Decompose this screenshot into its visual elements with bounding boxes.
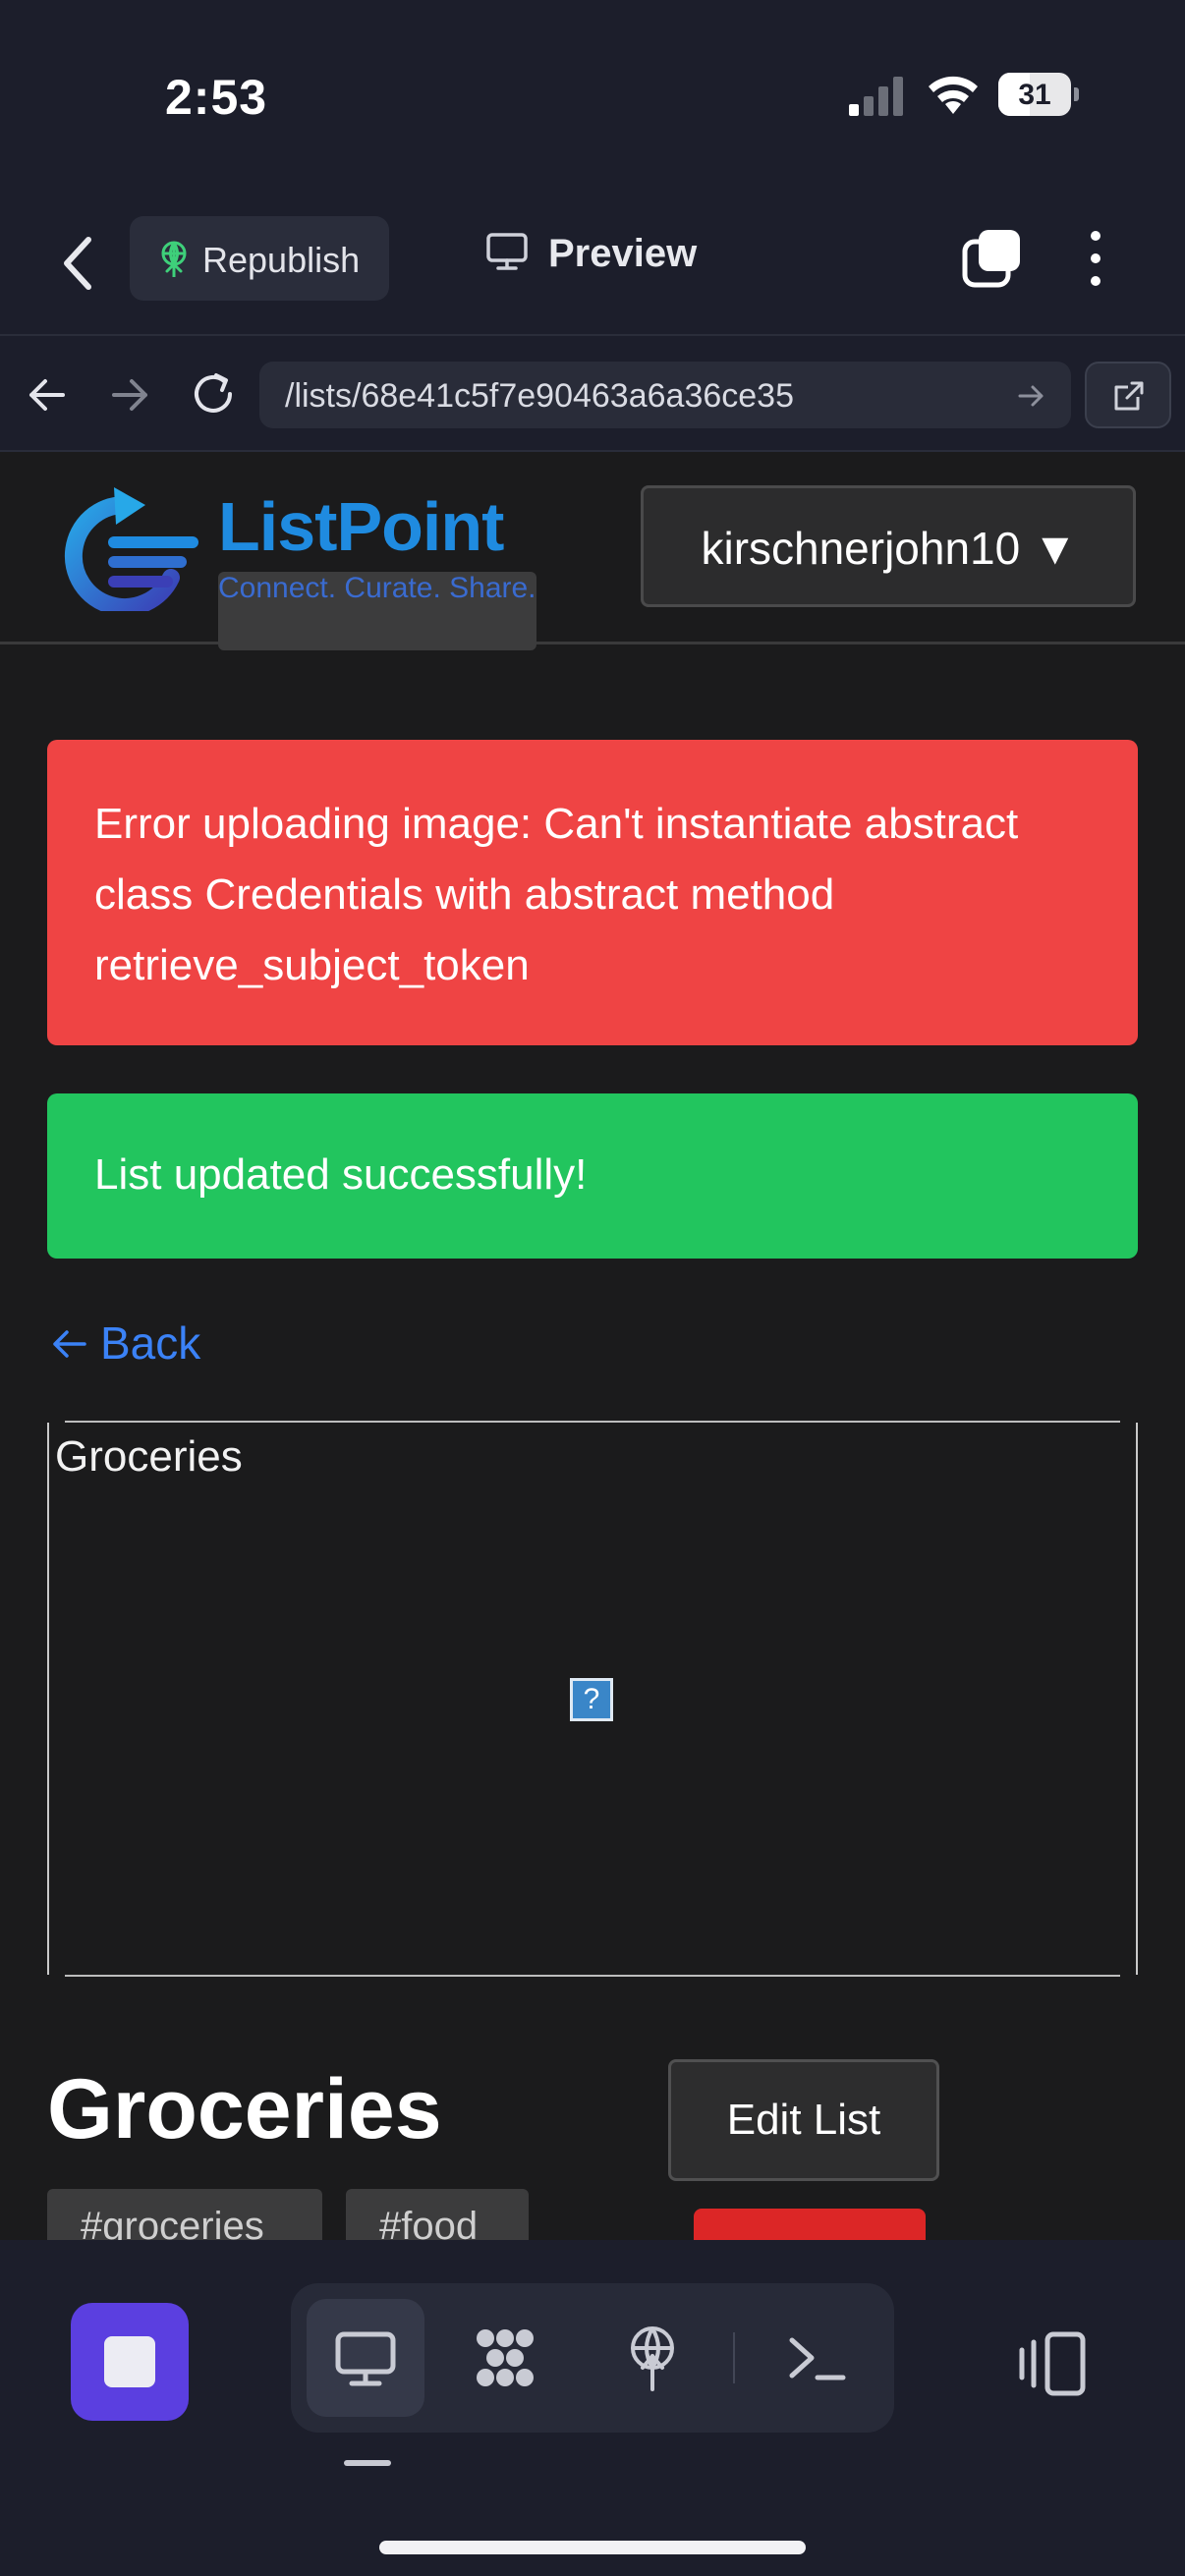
republish-button[interactable]: Republish xyxy=(130,216,389,301)
more-vertical-icon[interactable] xyxy=(1081,228,1110,289)
arrow-left-icon[interactable] xyxy=(26,373,69,417)
edit-list-label: Edit List xyxy=(726,2096,881,2144)
terminal-icon[interactable] xyxy=(782,2323,853,2393)
broken-image-icon: ? xyxy=(570,1678,613,1721)
url-text: /lists/68e41c5f7e90463a6a36ce35 xyxy=(285,377,794,415)
monitor-icon[interactable] xyxy=(330,2323,401,2393)
list-image: Groceries ? xyxy=(47,1421,1138,1977)
url-bar[interactable]: /lists/68e41c5f7e90463a6a36ce35 xyxy=(259,362,1071,428)
success-alert: List updated successfully! xyxy=(47,1093,1138,1259)
logo-tagline: Connect. Curate. Share. xyxy=(218,572,536,650)
open-external-button[interactable] xyxy=(1085,362,1171,428)
tag-label: #food xyxy=(379,2205,479,2240)
logo-wordmark: ListPoint xyxy=(218,488,504,565)
stop-icon xyxy=(104,2336,155,2387)
back-link-label: Back xyxy=(100,1317,201,1369)
back-chevron-icon[interactable] xyxy=(59,234,98,293)
tag-badge[interactable]: #food xyxy=(346,2189,529,2240)
tool-switcher xyxy=(291,2283,894,2433)
tabs-icon[interactable] xyxy=(961,228,1022,289)
site-header: ListPoint Connect. Curate. Share. kirsch… xyxy=(0,452,1185,650)
listpoint-logo[interactable]: ListPoint Connect. Curate. Share. xyxy=(55,477,566,650)
reload-icon[interactable] xyxy=(189,369,238,419)
status-time: 2:53 xyxy=(165,70,268,125)
browser-bar: /lists/68e41c5f7e90463a6a36ce35 xyxy=(0,334,1185,452)
success-alert-message: List updated successfully! xyxy=(94,1150,588,1199)
deploy-icon[interactable] xyxy=(617,2323,688,2393)
stop-button[interactable] xyxy=(71,2303,189,2421)
tag-badge[interactable]: #groceries xyxy=(47,2189,322,2240)
home-indicator[interactable] xyxy=(379,2541,806,2554)
wifi-icon xyxy=(929,76,978,114)
battery-level: 31 xyxy=(1018,79,1051,111)
user-menu-button[interactable]: kirschnerjohn10 ▼ xyxy=(641,485,1136,607)
monitor-icon xyxy=(486,233,528,270)
tag-label: #groceries xyxy=(81,2205,264,2240)
battery-indicator: 31 xyxy=(998,73,1079,116)
preview-label: Preview xyxy=(548,232,698,275)
cellular-signal-icon xyxy=(849,77,903,116)
delete-list-button[interactable] xyxy=(694,2209,926,2240)
go-arrow-icon[interactable] xyxy=(1016,381,1045,411)
status-bar: 2:53 31 xyxy=(0,0,1185,187)
external-link-icon xyxy=(1114,381,1144,411)
web-content: ListPoint Connect. Curate. Share. kirsch… xyxy=(0,452,1185,2240)
arrow-left-icon xyxy=(53,1330,86,1358)
app-toolbar: Republish Preview xyxy=(0,187,1185,334)
bottom-toolbar xyxy=(0,2240,1185,2576)
republish-label: Republish xyxy=(202,240,361,280)
logo-mark-icon xyxy=(64,487,198,611)
modules-icon[interactable] xyxy=(470,2323,540,2393)
error-alert: Error uploading image: Can't instantiate… xyxy=(47,740,1138,1045)
toolbar-divider xyxy=(733,2332,735,2383)
arrow-right-icon[interactable] xyxy=(108,373,151,417)
edit-list-button[interactable]: Edit List xyxy=(668,2059,939,2181)
list-title: Groceries xyxy=(47,2062,442,2156)
panels-icon[interactable] xyxy=(1018,2328,1089,2399)
active-tab-indicator xyxy=(344,2460,391,2466)
error-alert-message: Error uploading image: Can't instantiate… xyxy=(94,800,1019,989)
republish-icon xyxy=(161,241,187,277)
user-menu-label: kirschnerjohn10 ▼ xyxy=(701,523,1078,574)
image-alt-text: Groceries xyxy=(55,1432,243,1481)
